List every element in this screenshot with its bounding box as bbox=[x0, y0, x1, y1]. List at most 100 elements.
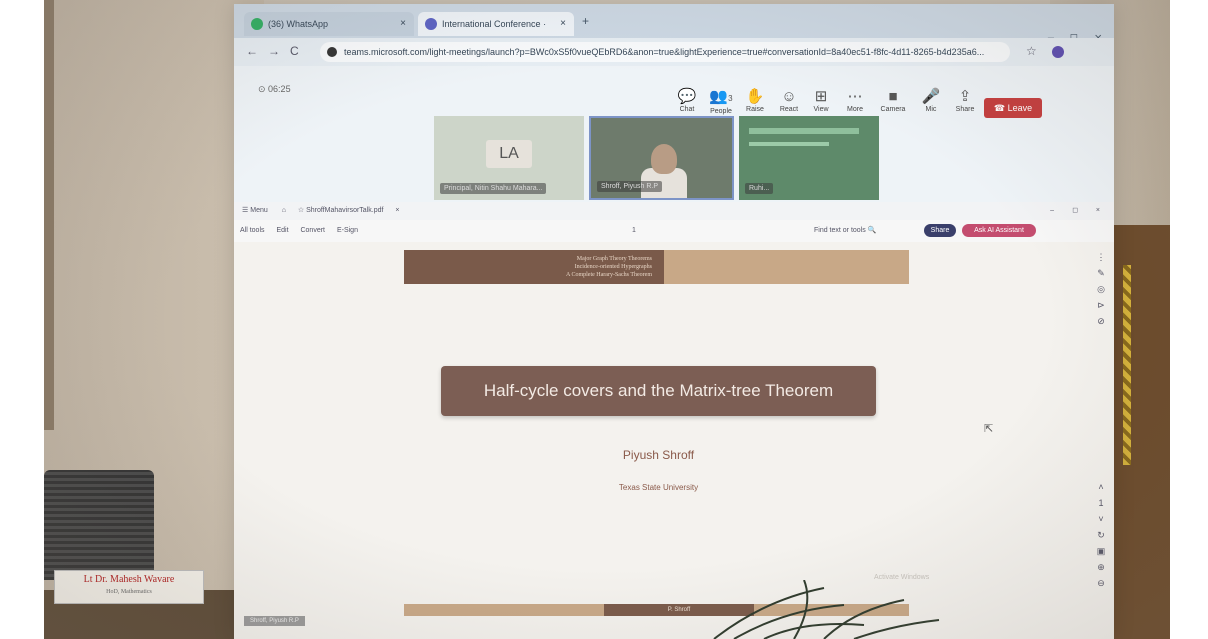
convert-button[interactable]: Convert bbox=[300, 227, 325, 234]
find-field[interactable]: Find text or tools 🔍 bbox=[814, 220, 876, 242]
pdf-toolbar: All tools Edit Convert E-Sign 1 Find tex… bbox=[234, 220, 1114, 242]
reload-button[interactable]: C bbox=[290, 44, 299, 58]
url-field[interactable]: teams.microsoft.com/light-meetings/launc… bbox=[320, 42, 1010, 62]
tool-label: React bbox=[779, 106, 799, 113]
close-tab-icon[interactable]: × bbox=[400, 12, 406, 36]
mouse-cursor-icon: ⇱ bbox=[984, 423, 994, 435]
speaker-label: Shroff, Piyush R.P bbox=[244, 616, 305, 626]
participant-tile-active[interactable]: Shroff, Piyush R.P bbox=[589, 116, 734, 200]
attach-icon[interactable]: ⊘ bbox=[1094, 316, 1108, 332]
bookmark-star-icon[interactable]: ☆ bbox=[1026, 44, 1037, 58]
slide-header-outline: Major Graph Theory Theorems Incidence-or… bbox=[404, 250, 664, 284]
tool-label: More bbox=[847, 106, 863, 113]
esign-button[interactable]: E-Sign bbox=[337, 227, 358, 234]
header-line: A Complete Harary-Sachs Theorem bbox=[565, 272, 652, 278]
search-icon[interactable]: ◎ bbox=[1094, 284, 1108, 300]
nameplate: Lt Dr. Mahesh Wavare HoD, Mathematics bbox=[54, 570, 204, 604]
phone-icon: ☎ bbox=[993, 103, 1008, 113]
chair bbox=[44, 470, 154, 580]
more-icon: ⋯ bbox=[847, 88, 863, 105]
forward-button[interactable]: → bbox=[268, 44, 280, 58]
react-icon: ☺ bbox=[781, 88, 797, 105]
share-button[interactable]: Share bbox=[924, 224, 956, 237]
react-button[interactable]: ☺ React bbox=[772, 88, 806, 113]
people-icon: 👥3 bbox=[704, 88, 738, 108]
cabinet bbox=[1105, 225, 1170, 639]
browser-tabbar: (36) WhatsApp × International Conference… bbox=[234, 4, 1114, 45]
shared-content-thumb bbox=[749, 142, 829, 146]
zoom-in-icon[interactable]: ⊕ bbox=[1094, 562, 1108, 578]
people-button[interactable]: 👥3 People bbox=[704, 88, 738, 115]
page-indicator[interactable]: 1 bbox=[632, 220, 636, 242]
pdf-slide: Major Graph Theory Theorems Incidence-or… bbox=[234, 242, 1114, 639]
home-icon[interactable]: ⌂ bbox=[282, 207, 286, 214]
tab-teams[interactable]: International Conference · × bbox=[418, 12, 574, 36]
page-number-icon[interactable]: 1 bbox=[1094, 498, 1108, 514]
comment-icon[interactable]: ✎ bbox=[1094, 268, 1108, 284]
window-close-icon[interactable]: × bbox=[1096, 202, 1100, 220]
more-button[interactable]: ⋯ More bbox=[838, 88, 872, 113]
rotate-icon[interactable]: ↻ bbox=[1094, 530, 1108, 546]
profile-avatar[interactable] bbox=[1052, 46, 1064, 58]
page-down-icon[interactable]: ˅ bbox=[1094, 514, 1108, 530]
right-tool-rail: ⋮ ✎ ◎ ⊳ ⊘ bbox=[1094, 252, 1108, 332]
mic-icon: 🎤 bbox=[921, 88, 941, 105]
tool-label: People bbox=[710, 108, 732, 115]
participant-name: Principal, Nitin Shahu Mahara... bbox=[440, 183, 547, 194]
header-line: Major Graph Theory Theorems bbox=[576, 256, 652, 262]
page-up-icon[interactable]: ˄ bbox=[1094, 482, 1108, 498]
search-icon: 🔍 bbox=[867, 227, 877, 234]
ask-ai-assistant-button[interactable]: Ask AI Assistant bbox=[962, 224, 1036, 237]
projected-screen: (36) WhatsApp × International Conference… bbox=[234, 4, 1114, 639]
tool-label: Camera bbox=[880, 106, 906, 113]
new-tab-button[interactable]: + bbox=[582, 14, 589, 28]
tab-whatsapp[interactable]: (36) WhatsApp × bbox=[244, 12, 414, 36]
participant-face bbox=[651, 144, 677, 174]
nameplate-subtitle: HoD, Mathematics bbox=[106, 589, 152, 595]
tool-label: Mic bbox=[925, 106, 937, 113]
participant-tile[interactable]: Ruhi... bbox=[739, 116, 879, 200]
menu-label[interactable]: Menu bbox=[250, 207, 268, 214]
menu-icon[interactable]: ☰ bbox=[242, 207, 250, 214]
raise-hand-button[interactable]: ✋ Raise bbox=[738, 88, 772, 113]
participant-name: Shroff, Piyush R.P bbox=[597, 181, 663, 192]
teams-meeting: ⊙ 06:25 💬 Chat 👥3 People ✋ Raise ☺ React ⊞ Vi… bbox=[234, 66, 1114, 206]
decorative-rope bbox=[1123, 265, 1131, 465]
bookmark-icon[interactable]: ⊳ bbox=[1094, 300, 1108, 316]
all-tools-button[interactable]: All tools bbox=[240, 227, 265, 234]
star-icon[interactable]: ☆ bbox=[298, 207, 306, 214]
slide-institution: Texas State University bbox=[618, 483, 699, 492]
share-screen-button[interactable]: ⇪ Share bbox=[948, 88, 982, 113]
timer-text: 06:25 bbox=[268, 84, 291, 94]
shared-content-thumb bbox=[749, 128, 859, 134]
more-options-icon[interactable]: ⋮ bbox=[1094, 252, 1108, 268]
save-icon[interactable]: ▣ bbox=[1094, 546, 1108, 562]
share-icon: ⇪ bbox=[958, 88, 972, 105]
window-maximize-icon[interactable]: ◻ bbox=[1072, 202, 1078, 220]
view-icon: ⊞ bbox=[814, 88, 828, 105]
teams-icon bbox=[425, 18, 437, 30]
back-button[interactable]: ← bbox=[246, 44, 258, 58]
tool-label: Chat bbox=[679, 106, 695, 113]
site-info-icon[interactable] bbox=[327, 47, 337, 57]
find-label: Find text or tools bbox=[814, 227, 866, 234]
zoom-rail: ˄ 1 ˅ ↻ ▣ ⊕ ⊖ bbox=[1094, 482, 1108, 594]
leave-label: Leave bbox=[1007, 103, 1033, 113]
participant-tile[interactable]: LA Principal, Nitin Shahu Mahara... bbox=[434, 116, 584, 200]
meeting-timer: ⊙ 06:25 bbox=[258, 84, 291, 94]
nameplate-title: Lt Dr. Mahesh Wavare bbox=[83, 574, 175, 585]
view-button[interactable]: ⊞ View bbox=[804, 88, 838, 113]
leave-button[interactable]: ☎ Leave bbox=[984, 98, 1042, 118]
window-minimize-icon[interactable]: – bbox=[1050, 202, 1054, 220]
chat-button[interactable]: 💬 Chat bbox=[670, 88, 704, 113]
close-tab-icon[interactable]: × bbox=[395, 207, 399, 214]
people-count: 3 bbox=[728, 94, 733, 103]
edit-button[interactable]: Edit bbox=[276, 227, 288, 234]
camera-button[interactable]: ■ Camera bbox=[876, 88, 910, 113]
tool-label: Share bbox=[955, 106, 975, 113]
pdf-tabbar: ☰ Menu ⌂ ☆ ShroffMahavirsorTalk.pdf × – … bbox=[234, 202, 1114, 220]
close-tab-icon[interactable]: × bbox=[560, 12, 566, 36]
zoom-out-icon[interactable]: ⊖ bbox=[1094, 578, 1108, 594]
mic-button[interactable]: 🎤 Mic bbox=[914, 88, 948, 113]
pdf-file-tab[interactable]: ShroffMahavirsorTalk.pdf bbox=[306, 207, 383, 214]
